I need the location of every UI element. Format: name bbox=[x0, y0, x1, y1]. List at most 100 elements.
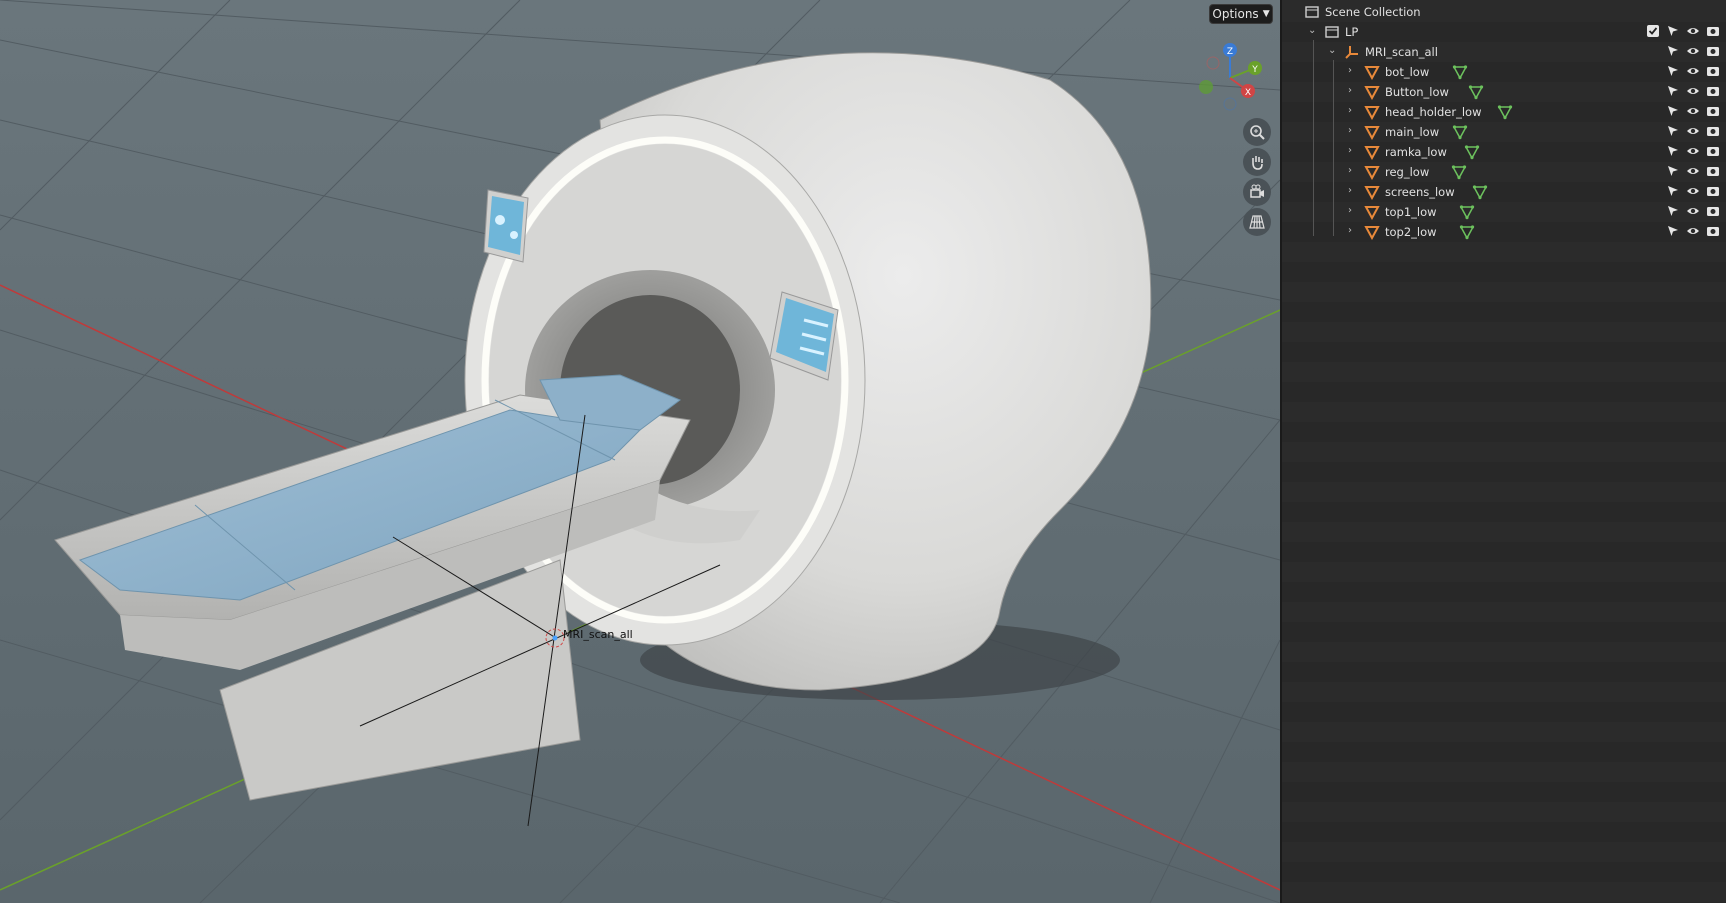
mesh-icon bbox=[1364, 164, 1380, 183]
select-arrow-icon[interactable] bbox=[1666, 224, 1680, 241]
chevron-right-icon[interactable]: › bbox=[1348, 165, 1352, 176]
3d-viewport[interactable]: MRI_scan_all Options ▼ Z Y X bbox=[0, 0, 1280, 903]
object-row-top1-low[interactable]: › top1_low bbox=[1282, 202, 1726, 222]
mesh-data-icon[interactable] bbox=[1452, 124, 1468, 143]
select-arrow-icon[interactable] bbox=[1666, 104, 1680, 121]
eye-icon[interactable] bbox=[1686, 164, 1700, 181]
object-row-ramka-low[interactable]: › ramka_low bbox=[1282, 142, 1726, 162]
mesh-data-icon[interactable] bbox=[1468, 84, 1484, 103]
mesh-icon bbox=[1364, 204, 1380, 223]
camera-render-icon[interactable] bbox=[1706, 24, 1720, 41]
outliner-row-bg bbox=[1282, 582, 1726, 602]
chevron-right-icon[interactable]: › bbox=[1348, 85, 1352, 96]
select-arrow-icon[interactable] bbox=[1666, 44, 1680, 61]
outliner-row-bg bbox=[1282, 682, 1726, 702]
chevron-right-icon[interactable]: › bbox=[1348, 105, 1352, 116]
select-arrow-icon[interactable] bbox=[1666, 64, 1680, 81]
outliner-panel[interactable]: Scene Collection ⌄ LP ⌄ MRI_scan_all › bo… bbox=[1282, 0, 1726, 903]
select-arrow-icon[interactable] bbox=[1666, 144, 1680, 161]
eye-icon[interactable] bbox=[1686, 104, 1700, 121]
checkbox-icon[interactable] bbox=[1646, 24, 1660, 41]
chevron-down-icon[interactable]: ⌄ bbox=[1328, 45, 1336, 56]
eye-icon[interactable] bbox=[1686, 64, 1700, 81]
options-dropdown[interactable]: Options ▼ bbox=[1209, 4, 1273, 24]
object-label: main_low bbox=[1385, 125, 1440, 139]
mesh-data-icon[interactable] bbox=[1452, 64, 1468, 83]
mesh-data-icon[interactable] bbox=[1497, 104, 1513, 123]
scene-collection-row[interactable]: Scene Collection bbox=[1282, 2, 1726, 22]
outliner-row-bg bbox=[1282, 602, 1726, 622]
select-arrow-icon[interactable] bbox=[1666, 184, 1680, 201]
outliner-row-bg bbox=[1282, 722, 1726, 742]
mesh-icon bbox=[1364, 64, 1380, 83]
mesh-icon bbox=[1364, 104, 1380, 123]
chevron-right-icon[interactable]: › bbox=[1348, 65, 1352, 76]
chevron-right-icon[interactable]: › bbox=[1348, 185, 1352, 196]
select-arrow-icon[interactable] bbox=[1666, 204, 1680, 221]
collection-label: LP bbox=[1345, 25, 1359, 39]
select-arrow-icon[interactable] bbox=[1666, 164, 1680, 181]
outliner-row-bg bbox=[1282, 502, 1726, 522]
collection-icon bbox=[1324, 24, 1340, 43]
select-arrow-icon[interactable] bbox=[1666, 84, 1680, 101]
camera-render-icon[interactable] bbox=[1706, 144, 1720, 161]
eye-icon[interactable] bbox=[1686, 44, 1700, 61]
outliner-row-bg bbox=[1282, 402, 1726, 422]
camera-render-icon[interactable] bbox=[1706, 84, 1720, 101]
mesh-data-icon[interactable] bbox=[1459, 204, 1475, 223]
mesh-data-icon[interactable] bbox=[1464, 144, 1480, 163]
navigation-gizmo[interactable]: Z Y X bbox=[1195, 36, 1265, 116]
chevron-down-icon: ▼ bbox=[1262, 9, 1270, 19]
select-arrow-icon[interactable] bbox=[1666, 124, 1680, 141]
chevron-right-icon[interactable]: › bbox=[1348, 225, 1352, 236]
object-label: screens_low bbox=[1385, 185, 1455, 199]
outliner-row-bg bbox=[1282, 862, 1726, 882]
mesh-data-icon[interactable] bbox=[1451, 164, 1467, 183]
outliner-row-bg bbox=[1282, 882, 1726, 902]
collection-row-lp[interactable]: ⌄ LP bbox=[1282, 22, 1726, 42]
hand-pan-icon[interactable] bbox=[1243, 148, 1271, 176]
select-arrow-icon[interactable] bbox=[1666, 24, 1680, 41]
chevron-right-icon[interactable]: › bbox=[1348, 125, 1352, 136]
object-row-reg-low[interactable]: › reg_low bbox=[1282, 162, 1726, 182]
outliner-row-bg bbox=[1282, 782, 1726, 802]
camera-render-icon[interactable] bbox=[1706, 104, 1720, 121]
zoom-icon[interactable] bbox=[1243, 118, 1271, 146]
outliner-row-bg bbox=[1282, 282, 1726, 302]
camera-icon[interactable] bbox=[1243, 178, 1271, 206]
grid-perspective-icon[interactable] bbox=[1243, 208, 1271, 236]
mesh-icon bbox=[1364, 124, 1380, 143]
chevron-right-icon[interactable]: › bbox=[1348, 145, 1352, 156]
object-row-top2-low[interactable]: › top2_low bbox=[1282, 222, 1726, 242]
object-label: Button_low bbox=[1385, 85, 1449, 99]
chevron-right-icon[interactable]: › bbox=[1348, 205, 1352, 216]
camera-render-icon[interactable] bbox=[1706, 44, 1720, 61]
mesh-data-icon[interactable] bbox=[1459, 224, 1475, 243]
scene-collection-icon bbox=[1304, 4, 1320, 23]
eye-icon[interactable] bbox=[1686, 224, 1700, 241]
outliner-row-bg bbox=[1282, 702, 1726, 722]
chevron-down-icon[interactable]: ⌄ bbox=[1308, 25, 1316, 36]
mesh-data-icon[interactable] bbox=[1472, 184, 1488, 203]
camera-render-icon[interactable] bbox=[1706, 64, 1720, 81]
eye-icon[interactable] bbox=[1686, 84, 1700, 101]
outliner-row-bg bbox=[1282, 642, 1726, 662]
eye-icon[interactable] bbox=[1686, 124, 1700, 141]
eye-icon[interactable] bbox=[1686, 184, 1700, 201]
outliner-row-bg bbox=[1282, 802, 1726, 822]
eye-icon[interactable] bbox=[1686, 24, 1700, 41]
camera-render-icon[interactable] bbox=[1706, 184, 1720, 201]
eye-icon[interactable] bbox=[1686, 204, 1700, 221]
outliner-row-bg bbox=[1282, 542, 1726, 562]
object-row-screens-low[interactable]: › screens_low bbox=[1282, 182, 1726, 202]
object-row-button-low[interactable]: › Button_low bbox=[1282, 82, 1726, 102]
camera-render-icon[interactable] bbox=[1706, 124, 1720, 141]
object-row-main-low[interactable]: › main_low bbox=[1282, 122, 1726, 142]
camera-render-icon[interactable] bbox=[1706, 164, 1720, 181]
object-row-bot-low[interactable]: › bot_low bbox=[1282, 62, 1726, 82]
object-row-head-holder-low[interactable]: › head_holder_low bbox=[1282, 102, 1726, 122]
camera-render-icon[interactable] bbox=[1706, 224, 1720, 241]
object-row-mri-scan-all[interactable]: ⌄ MRI_scan_all bbox=[1282, 42, 1726, 62]
camera-render-icon[interactable] bbox=[1706, 204, 1720, 221]
eye-icon[interactable] bbox=[1686, 144, 1700, 161]
